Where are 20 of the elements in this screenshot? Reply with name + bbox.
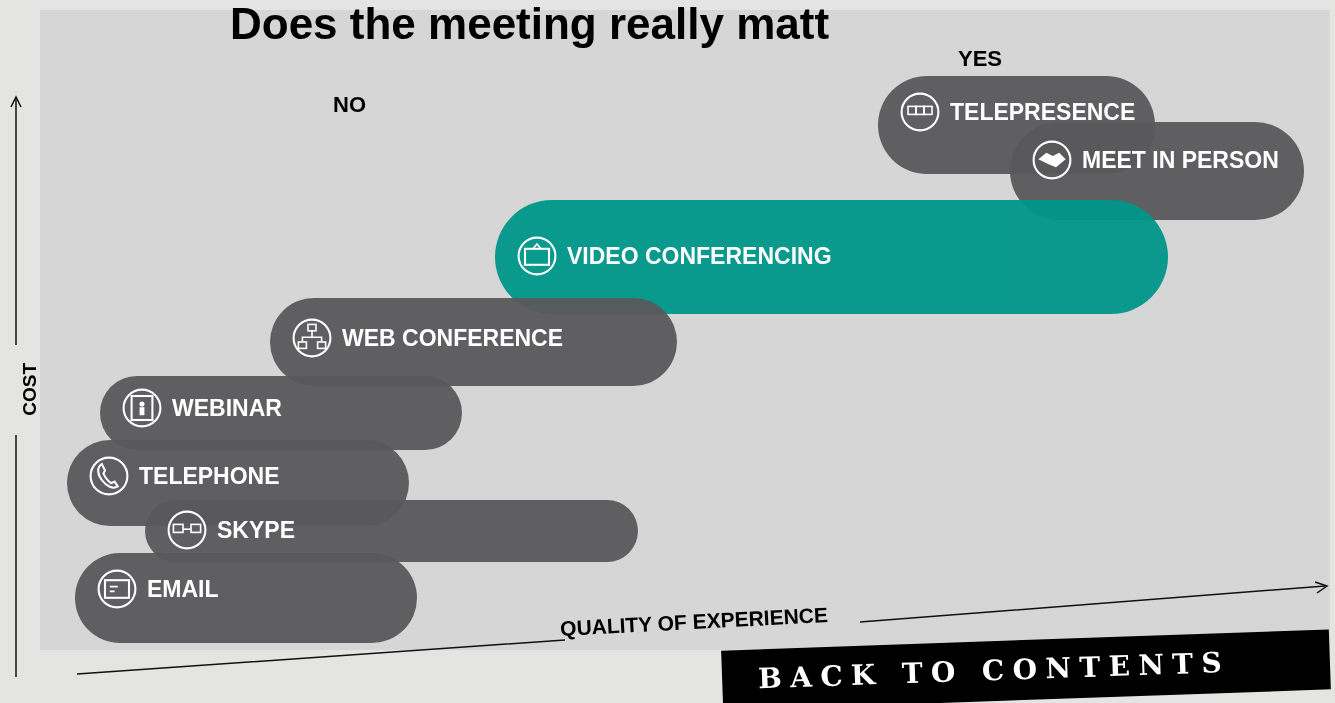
option-label: SKYPE: [217, 516, 295, 545]
icon-in-circle-icon: [122, 388, 162, 428]
option-label: WEB CONFERENCE: [342, 324, 564, 353]
icon-in-circle-icon: [167, 510, 207, 550]
icon-in-circle-icon: [900, 92, 940, 132]
axis-label: YES: [958, 45, 1003, 73]
icon-in-circle-icon: [97, 569, 137, 609]
icon-in-circle-icon: [292, 318, 332, 358]
option-label: EMAIL: [147, 575, 219, 604]
option-label: TELEPRESENCE: [950, 98, 1136, 127]
icon-in-circle-icon: [1032, 140, 1072, 180]
page-title: Does the meeting really matt: [230, 2, 830, 46]
option-label: MEET IN PERSON: [1082, 146, 1279, 175]
option-label: WEBINAR: [172, 394, 282, 423]
axis-label: NO: [333, 91, 366, 119]
option-label: TELEPHONE: [139, 462, 280, 491]
icon-in-circle-icon: [517, 236, 557, 276]
axis-label: COST: [18, 362, 42, 416]
icon-in-circle-icon: [89, 456, 129, 496]
option-label: VIDEO CONFERENCING: [567, 242, 832, 271]
